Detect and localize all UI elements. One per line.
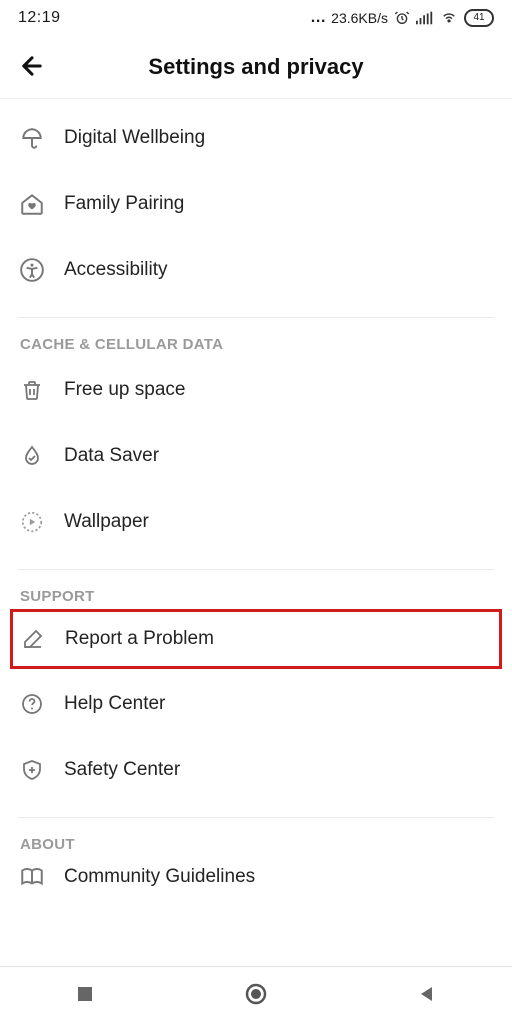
row-free-up-space[interactable]: Free up space	[18, 357, 494, 423]
pencil-icon	[19, 625, 47, 653]
settings-list: Digital Wellbeing Family Pairing Accessi…	[0, 105, 512, 973]
row-label: Data Saver	[64, 445, 159, 467]
header-divider	[0, 98, 512, 99]
shield-plus-icon	[18, 756, 46, 784]
book-icon	[18, 863, 46, 891]
section-divider	[18, 317, 494, 318]
android-nav-bar	[0, 966, 512, 1024]
nav-recent-button[interactable]	[55, 976, 115, 1016]
house-heart-icon	[18, 190, 46, 218]
nav-home-button[interactable]	[226, 976, 286, 1016]
row-label: Safety Center	[64, 759, 180, 781]
question-circle-icon	[18, 690, 46, 718]
nav-back-button[interactable]	[397, 976, 457, 1016]
row-label: Report a Problem	[65, 628, 214, 650]
row-wallpaper[interactable]: Wallpaper	[18, 489, 494, 555]
highlight-report-problem: Report a Problem	[10, 609, 502, 669]
back-arrow-icon	[18, 52, 46, 83]
row-label: Wallpaper	[64, 511, 149, 533]
row-family-pairing[interactable]: Family Pairing	[18, 171, 494, 237]
battery-icon: 41	[464, 9, 494, 27]
triangle-left-icon	[418, 985, 436, 1006]
wallpaper-icon	[18, 508, 46, 536]
section-header-about: ABOUT	[20, 836, 494, 853]
section-divider	[18, 817, 494, 818]
wifi-icon	[440, 11, 458, 25]
row-digital-wellbeing[interactable]: Digital Wellbeing	[18, 105, 494, 171]
droplet-icon	[18, 442, 46, 470]
trash-icon	[18, 376, 46, 404]
row-safety-center[interactable]: Safety Center	[18, 737, 494, 803]
status-indicators: … 23.6KB/s 41	[310, 9, 494, 27]
umbrella-icon	[18, 124, 46, 152]
page-title: Settings and privacy	[16, 54, 496, 80]
row-label: Accessibility	[64, 259, 167, 281]
signal-icon	[416, 11, 434, 25]
status-bar: 12:19 … 23.6KB/s 41	[0, 0, 512, 36]
row-help-center[interactable]: Help Center	[18, 671, 494, 737]
accessibility-icon	[18, 256, 46, 284]
section-header-support: SUPPORT	[20, 588, 494, 605]
back-button[interactable]	[12, 47, 52, 87]
row-label: Digital Wellbeing	[64, 127, 205, 149]
row-label: Free up space	[64, 379, 185, 401]
row-data-saver[interactable]: Data Saver	[18, 423, 494, 489]
network-speed: 23.6KB/s	[331, 10, 388, 26]
section-header-cache: CACHE & CELLULAR DATA	[20, 336, 494, 353]
row-label: Help Center	[64, 693, 165, 715]
square-icon	[76, 985, 94, 1006]
page-header: Settings and privacy	[0, 36, 512, 98]
alarm-icon	[394, 10, 410, 26]
status-time: 12:19	[18, 9, 61, 27]
section-divider	[18, 569, 494, 570]
row-label: Family Pairing	[64, 193, 184, 215]
row-accessibility[interactable]: Accessibility	[18, 237, 494, 303]
more-icon: …	[310, 9, 327, 27]
circle-icon	[244, 982, 268, 1009]
row-community-guidelines[interactable]: Community Guidelines	[18, 857, 494, 897]
row-report-problem[interactable]: Report a Problem	[19, 612, 493, 666]
row-label: Community Guidelines	[64, 866, 255, 888]
